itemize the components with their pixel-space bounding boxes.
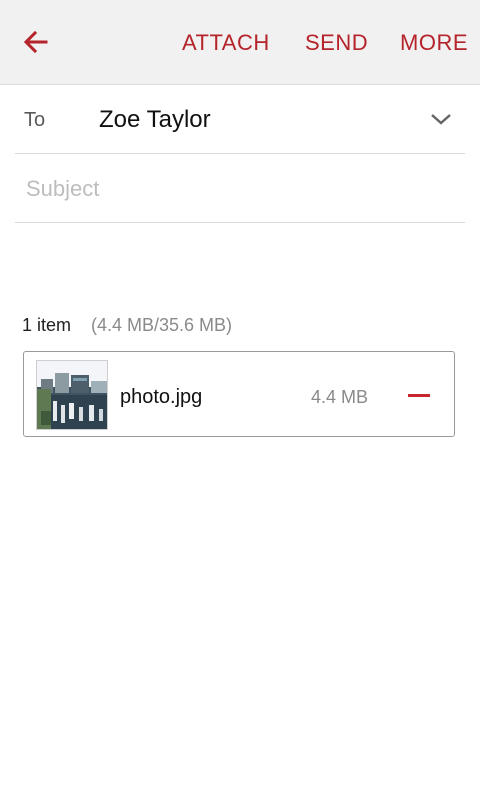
photo-thumbnail (36, 360, 108, 430)
subject-row (15, 154, 465, 223)
back-button[interactable] (18, 24, 54, 60)
chevron-down-icon[interactable] (429, 107, 453, 131)
attach-button[interactable]: ATTACH (182, 30, 270, 56)
recipient-field[interactable]: Zoe Taylor (99, 106, 211, 134)
recipient-row[interactable]: To Zoe Taylor (15, 85, 465, 154)
more-button[interactable]: MORE (400, 30, 468, 56)
arrow-back-icon (23, 30, 48, 54)
app-bar: ATTACH SEND MORE (0, 0, 480, 85)
attachment-filesize: 4.4 MB (311, 387, 369, 407)
attachment-filename: photo.jpg (120, 386, 203, 408)
attachment-size-summary: (4.4 MB/35.6 MB) (91, 315, 233, 335)
remove-attachment-button[interactable] (404, 382, 434, 408)
attachment-item[interactable]: photo.jpg 4.4 MB (23, 351, 455, 437)
send-button[interactable]: SEND (305, 30, 368, 56)
minus-icon (408, 393, 430, 397)
to-label: To (24, 109, 46, 131)
attachment-count: 1 item (22, 315, 72, 335)
subject-input[interactable] (26, 174, 446, 204)
